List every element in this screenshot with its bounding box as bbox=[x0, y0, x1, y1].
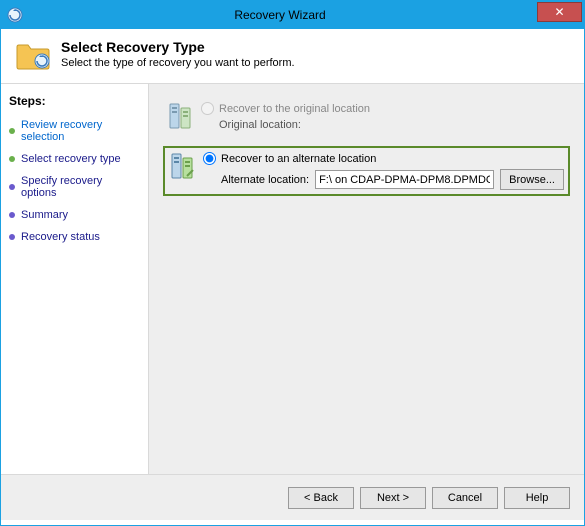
page-title: Select Recovery Type bbox=[61, 39, 295, 55]
step-select-recovery-type[interactable]: Select recovery type bbox=[7, 150, 142, 168]
step-bullet-pending-icon bbox=[9, 212, 15, 218]
step-bullet-pending-icon bbox=[9, 184, 15, 190]
help-button[interactable]: Help bbox=[504, 487, 570, 509]
cancel-button[interactable]: Cancel bbox=[432, 487, 498, 509]
close-button[interactable]: ✕ bbox=[537, 2, 582, 22]
alternate-location-input[interactable] bbox=[315, 170, 494, 189]
step-summary[interactable]: Summary bbox=[7, 206, 142, 224]
step-label: Summary bbox=[21, 209, 68, 221]
step-recovery-status[interactable]: Recovery status bbox=[7, 228, 142, 246]
alternate-location-label: Alternate location: bbox=[221, 174, 309, 186]
server-icon bbox=[167, 102, 195, 132]
steps-sidebar: Steps: Review recovery selection Select … bbox=[1, 84, 149, 474]
step-label: Recovery status bbox=[21, 231, 100, 243]
recover-alternate-option: Recover to an alternate location Alterna… bbox=[163, 146, 570, 196]
recover-original-label: Recover to the original location bbox=[219, 103, 370, 115]
folder-recovery-icon bbox=[15, 41, 51, 71]
step-bullet-active-icon bbox=[9, 156, 15, 162]
step-review-recovery-selection[interactable]: Review recovery selection bbox=[7, 116, 142, 146]
step-label: Select recovery type bbox=[21, 153, 121, 165]
window-title: Recovery Wizard bbox=[23, 8, 537, 22]
step-bullet-pending-icon bbox=[9, 234, 15, 240]
main-panel: Recover to the original location Origina… bbox=[149, 84, 584, 474]
step-specify-recovery-options[interactable]: Specify recovery options bbox=[7, 172, 142, 202]
wizard-footer: < Back Next > Cancel Help bbox=[1, 474, 584, 520]
server-alt-icon bbox=[169, 152, 197, 182]
recover-alternate-label: Recover to an alternate location bbox=[221, 153, 376, 165]
browse-button[interactable]: Browse... bbox=[500, 169, 564, 190]
steps-title: Steps: bbox=[7, 94, 142, 108]
step-bullet-done-icon bbox=[9, 128, 15, 134]
original-location-label: Original location: bbox=[219, 119, 301, 131]
wizard-header: Select Recovery Type Select the type of … bbox=[1, 29, 584, 84]
recover-alternate-radio[interactable] bbox=[203, 152, 216, 165]
step-label: Specify recovery options bbox=[21, 175, 140, 199]
back-button[interactable]: < Back bbox=[288, 487, 354, 509]
page-subtitle: Select the type of recovery you want to … bbox=[61, 57, 295, 69]
next-button[interactable]: Next > bbox=[360, 487, 426, 509]
recover-original-option: Recover to the original location Origina… bbox=[163, 98, 570, 136]
titlebar: Recovery Wizard ✕ bbox=[1, 1, 584, 29]
recover-original-radio bbox=[201, 102, 214, 115]
app-icon bbox=[7, 7, 23, 23]
step-label: Review recovery selection bbox=[21, 119, 140, 143]
close-icon: ✕ bbox=[554, 5, 564, 19]
